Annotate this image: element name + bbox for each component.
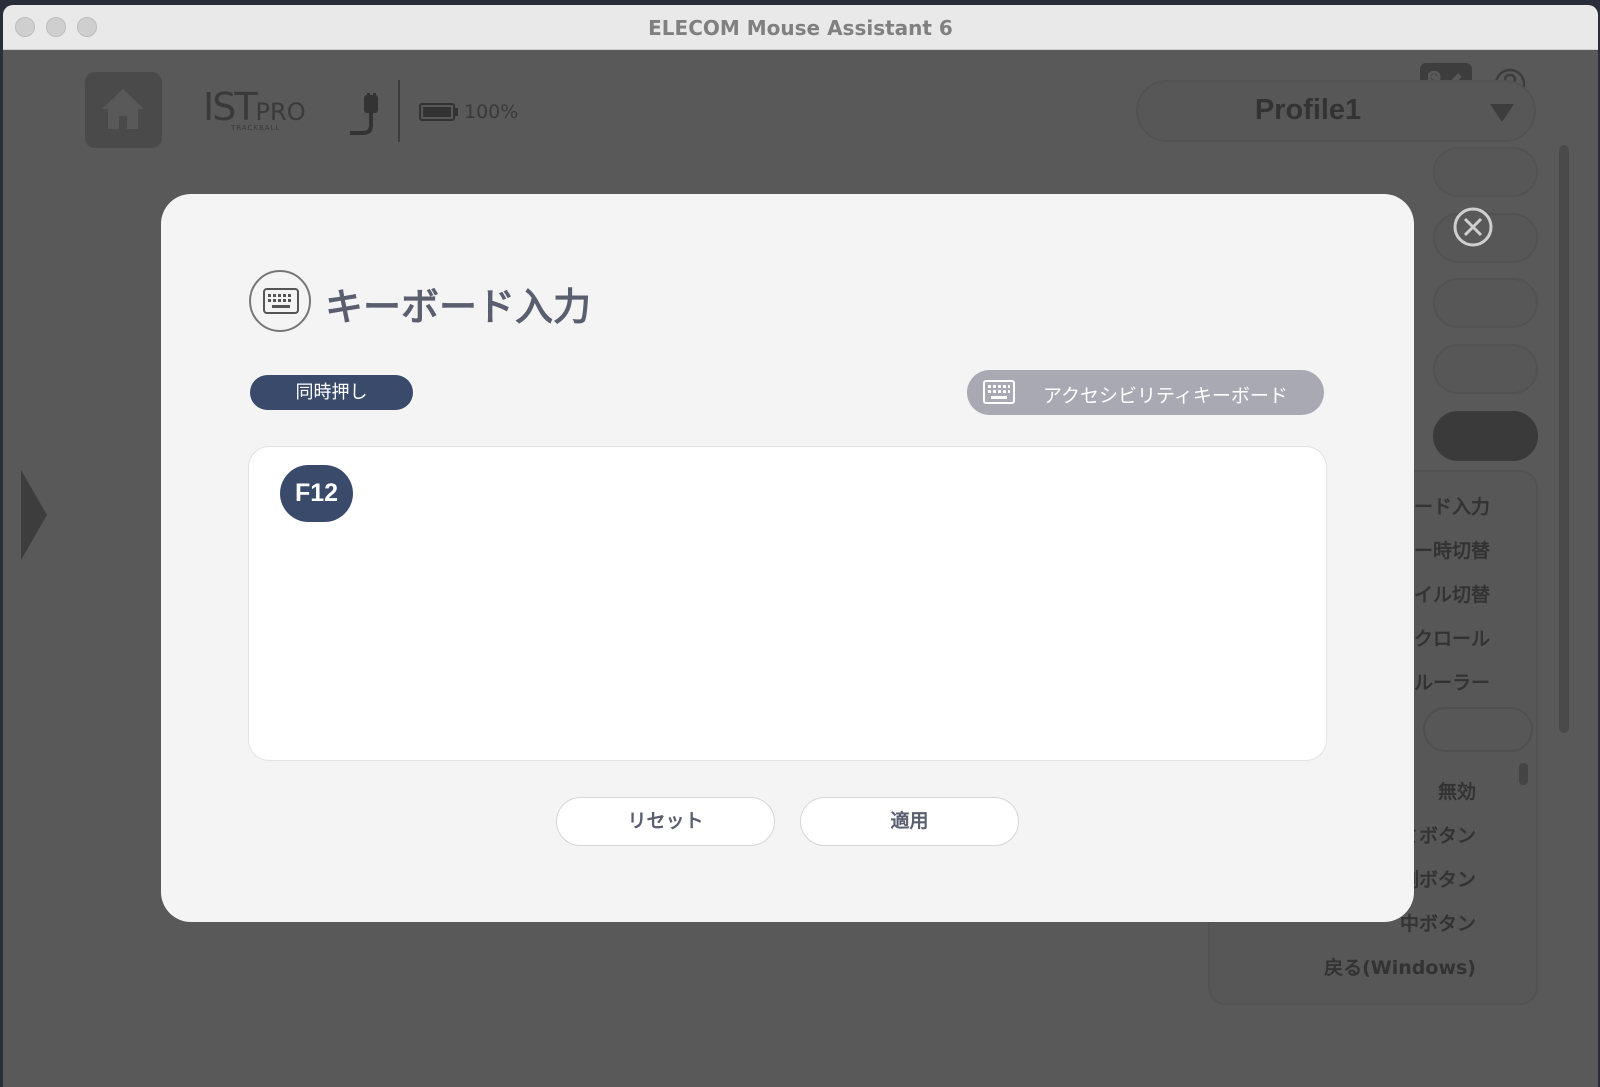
device-logo-sub: TRACKBALL xyxy=(231,124,281,132)
function-pill-4[interactable] xyxy=(1433,344,1538,394)
usb-cable-icon xyxy=(350,93,378,135)
right-panel-scrollbar[interactable] xyxy=(1559,145,1569,733)
list-item[interactable]: ルーラー xyxy=(1414,668,1490,695)
function-pill-1[interactable] xyxy=(1433,147,1538,197)
keyboard-icon xyxy=(263,288,299,314)
battery-icon xyxy=(419,103,458,121)
keyboard-circle xyxy=(249,270,311,332)
list-item[interactable]: イル切替 xyxy=(1414,580,1490,607)
keyboard-icon xyxy=(983,380,1015,404)
key-chip[interactable]: F12 xyxy=(280,465,353,522)
apply-button[interactable]: 適用 xyxy=(800,797,1019,846)
reset-button[interactable]: リセット xyxy=(556,797,775,846)
home-icon xyxy=(102,89,144,129)
accessibility-keyboard-label: アクセシビリティキーボード xyxy=(1043,385,1288,407)
list-item[interactable]: ー時切替 xyxy=(1414,536,1490,563)
close-icon[interactable] xyxy=(1452,206,1494,248)
list-item[interactable]: ード入力 xyxy=(1414,492,1490,519)
keyboard-input-dialog: キーボード入力 同時押し アクセシビリティキーボード F12 リセット 適用 xyxy=(161,194,1414,922)
dialog-title: キーボード入力 xyxy=(325,285,592,329)
chevron-down-icon xyxy=(1490,104,1514,122)
list-item[interactable]: 戻る(Windows) xyxy=(1324,953,1476,980)
list-item[interactable]: 無効 xyxy=(1438,777,1476,804)
key-input-area[interactable]: F12 xyxy=(249,447,1326,760)
function-pill-3[interactable] xyxy=(1433,278,1538,328)
function-pill-selected[interactable] xyxy=(1433,411,1538,461)
function-search-pill[interactable] xyxy=(1423,707,1533,752)
expand-left-arrow-icon[interactable] xyxy=(21,470,47,560)
function-list-scrollbar[interactable] xyxy=(1519,763,1528,785)
window-title: ELECOM Mouse Assistant 6 xyxy=(648,16,953,40)
title-bar: ELECOM Mouse Assistant 6 xyxy=(3,5,1598,50)
app-window: ELECOM Mouse Assistant 6 ISTPRO TRACKBAL… xyxy=(3,5,1598,1087)
header-separator xyxy=(398,80,400,142)
accessibility-keyboard-button[interactable]: アクセシビリティキーボード xyxy=(967,370,1324,415)
profile-label: Profile1 xyxy=(1254,94,1362,126)
battery-level: 100% xyxy=(464,101,519,123)
profile-select[interactable]: Profile1 xyxy=(1136,80,1536,142)
list-item[interactable]: 中ボタン xyxy=(1400,909,1476,936)
simultaneous-press-button[interactable]: 同時押し xyxy=(250,375,413,410)
home-button[interactable] xyxy=(85,72,162,148)
device-logo: ISTPRO xyxy=(203,85,306,129)
list-item[interactable]: クロール xyxy=(1414,624,1490,651)
